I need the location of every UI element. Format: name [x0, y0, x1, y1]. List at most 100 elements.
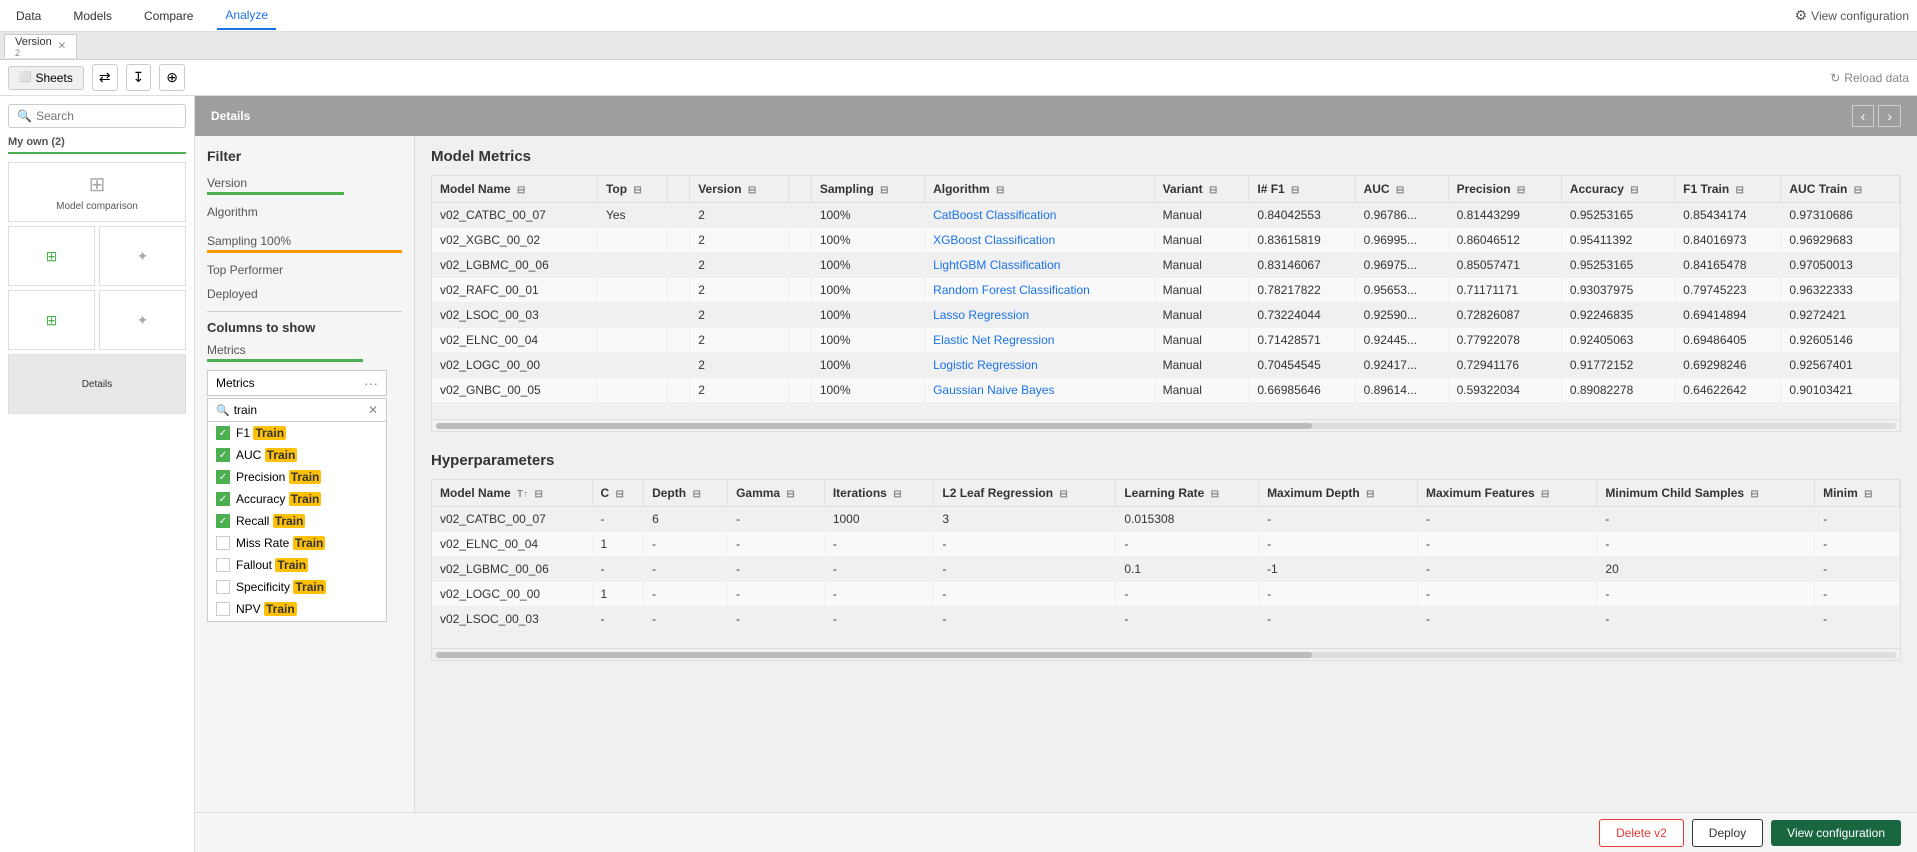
reload-button[interactable]: ↻ Reload data [1830, 71, 1909, 85]
filter-version: Version [207, 176, 402, 195]
metrics-search-input[interactable] [234, 403, 364, 417]
hyperparameters-scrollbar[interactable] [432, 648, 1900, 660]
col-hp-depth[interactable]: Depth ⊟ [644, 480, 728, 507]
nav-data[interactable]: Data [8, 3, 49, 29]
model-metrics-row[interactable]: v02_CATBC_00_07Yes2100%CatBoost Classifi… [432, 203, 1900, 228]
model-metrics-row[interactable]: v02_LSOC_00_032100%Lasso RegressionManua… [432, 303, 1900, 328]
sidebar-card-2-puzzle-icon: ✦ [137, 248, 149, 265]
metrics-search-clear[interactable]: ✕ [368, 403, 378, 417]
col-hp-maxdepth[interactable]: Maximum Depth ⊟ [1259, 480, 1418, 507]
col-top[interactable]: Top ⊟ [597, 176, 667, 203]
metric-miss-rate-train[interactable]: Miss Rate Train [208, 532, 386, 554]
model-metrics-row[interactable]: v02_LGBMC_00_062100%LightGBM Classificat… [432, 253, 1900, 278]
metric-npv-train[interactable]: NPV Train [208, 598, 386, 620]
metric-mcc-train[interactable]: MCC Train [208, 620, 386, 622]
hyperparams-row[interactable]: v02_CATBC_00_07-6-100030.015308---- [432, 507, 1900, 532]
nav-analyze[interactable]: Analyze [217, 2, 276, 30]
col-hp-l2[interactable]: L2 Leaf Regression ⊟ [934, 480, 1116, 507]
details-body: Filter Version Algorithm Sampling 100% T… [195, 136, 1917, 812]
hyperparams-row[interactable]: v02_ELNC_00_041--------- [432, 532, 1900, 557]
metric-specificity-train[interactable]: Specificity Train [208, 576, 386, 598]
tab-close-icon[interactable]: ✕ [58, 41, 66, 52]
metrics-dropdown-header[interactable]: Metrics ··· [207, 370, 387, 396]
metrics-search-icon: 🔍 [216, 404, 230, 417]
col-if1[interactable]: I# F1 ⊟ [1249, 176, 1355, 203]
content-area: Details ‹ › Filter Version Algorithm [195, 96, 1917, 852]
sidebar-card-3[interactable]: ⊞ [8, 290, 95, 350]
sidebar-card-details[interactable]: Details [8, 354, 186, 414]
col-model-name[interactable]: Model Name ⊟ [432, 176, 597, 203]
metric-auc-train[interactable]: ✓ AUC Train [208, 444, 386, 466]
col-hp-model-name[interactable]: Model Name T↑ ⊟ [432, 480, 592, 507]
toolbar-icon-3[interactable]: ⊕ [159, 64, 185, 91]
model-metrics-row[interactable]: v02_GNBC_00_052100%Gaussian Naive BayesM… [432, 378, 1900, 403]
details-nav: ‹ › [1852, 105, 1901, 127]
metric-precision-train[interactable]: ✓ Precision Train [208, 466, 386, 488]
toolbar-icon-2[interactable]: ↧ [126, 64, 152, 91]
metric-specificity-train-checkbox[interactable] [216, 580, 230, 594]
metrics-search-box[interactable]: 🔍 ✕ [207, 398, 387, 422]
hyperparams-row[interactable]: v02_LOGC_00_001--------- [432, 582, 1900, 607]
filter-sampling: Sampling 100% [207, 234, 402, 253]
col-hp-gamma[interactable]: Gamma ⊟ [728, 480, 825, 507]
col-auctrain[interactable]: AUC Train ⊟ [1781, 176, 1900, 203]
metric-accuracy-train-checkbox[interactable]: ✓ [216, 492, 230, 506]
metric-recall-train[interactable]: ✓ Recall Train [208, 510, 386, 532]
sheets-button[interactable]: ⬜ Sheets [8, 66, 84, 90]
sidebar-card-1[interactable]: ⊞ [8, 226, 95, 286]
col-hp-maxfeatures[interactable]: Maximum Features ⊟ [1417, 480, 1596, 507]
hyperparams-row[interactable]: v02_LSOC_00_03---------- [432, 607, 1900, 632]
col-hp-c[interactable]: C ⊟ [592, 480, 644, 507]
metric-miss-rate-train-checkbox[interactable] [216, 536, 230, 550]
col-auc[interactable]: AUC ⊟ [1355, 176, 1448, 203]
metric-fallout-train-checkbox[interactable] [216, 558, 230, 572]
col-hp-lr[interactable]: Learning Rate ⊟ [1116, 480, 1259, 507]
search-box[interactable]: 🔍 [8, 104, 186, 128]
metric-recall-train-checkbox[interactable]: ✓ [216, 514, 230, 528]
search-input[interactable] [36, 109, 177, 123]
nav-models[interactable]: Models [65, 3, 120, 29]
metric-f1-train-checkbox[interactable]: ✓ [216, 426, 230, 440]
hyperparams-row[interactable]: v02_LGBMC_00_06-----0.1-1-20- [432, 557, 1900, 582]
metric-npv-train-checkbox[interactable] [216, 602, 230, 616]
model-metrics-row[interactable]: v02_LOGC_00_002100%Logistic RegressionMa… [432, 353, 1900, 378]
sidebar-card-model-comparison[interactable]: ⊞ Model comparison [8, 162, 186, 222]
model-metrics-row[interactable]: v02_RAFC_00_012100%Random Forest Classif… [432, 278, 1900, 303]
scroll-track-2[interactable] [436, 652, 1896, 658]
tab-version[interactable]: Version 2 ✕ [4, 34, 77, 58]
details-prev-button[interactable]: ‹ [1852, 105, 1875, 127]
view-config-button[interactable]: View configuration [1771, 820, 1901, 846]
metric-fallout-train[interactable]: Fallout Train [208, 554, 386, 576]
metric-accuracy-train[interactable]: ✓ Accuracy Train [208, 488, 386, 510]
deploy-button[interactable]: Deploy [1692, 819, 1763, 847]
col-version[interactable]: Version ⊟ [690, 176, 789, 203]
metrics-section: Metrics [207, 343, 402, 362]
metric-auc-train-checkbox[interactable]: ✓ [216, 448, 230, 462]
nav-compare[interactable]: Compare [136, 3, 201, 29]
details-next-button[interactable]: › [1878, 105, 1901, 127]
col-accuracy[interactable]: Accuracy ⊟ [1561, 176, 1674, 203]
sidebar: 🔍 My own (2) ⊞ Model comparison ⊞ ✦ ⊞ ✦ … [0, 96, 195, 852]
col-hp-minim[interactable]: Minim ⊟ [1815, 480, 1900, 507]
col-precision[interactable]: Precision ⊟ [1448, 176, 1561, 203]
metrics-more-icon[interactable]: ··· [364, 375, 378, 391]
metric-f1-train[interactable]: ✓ F1 Train [208, 422, 386, 444]
sidebar-card-2[interactable]: ✦ [99, 226, 186, 286]
metric-precision-train-checkbox[interactable]: ✓ [216, 470, 230, 484]
toolbar-icon-1[interactable]: ⇄ [92, 64, 118, 91]
sidebar-card-4[interactable]: ✦ [99, 290, 186, 350]
view-config-top[interactable]: ⚙ View configuration [1795, 7, 1909, 24]
col-empty2 [789, 176, 811, 203]
col-variant[interactable]: Variant ⊟ [1154, 176, 1249, 203]
model-metrics-row[interactable]: v02_ELNC_00_042100%Elastic Net Regressio… [432, 328, 1900, 353]
col-f1train[interactable]: F1 Train ⊟ [1675, 176, 1781, 203]
col-hp-minchild[interactable]: Minimum Child Samples ⊟ [1597, 480, 1815, 507]
filter-divider [207, 311, 402, 312]
col-algorithm[interactable]: Algorithm ⊟ [925, 176, 1155, 203]
col-hp-iterations[interactable]: Iterations ⊟ [824, 480, 934, 507]
model-metrics-scrollbar[interactable] [432, 419, 1900, 431]
model-metrics-row[interactable]: v02_XGBC_00_022100%XGBoost Classificatio… [432, 228, 1900, 253]
delete-button[interactable]: Delete v2 [1599, 819, 1684, 847]
scroll-track-1[interactable] [436, 423, 1896, 429]
col-sampling[interactable]: Sampling ⊟ [811, 176, 924, 203]
